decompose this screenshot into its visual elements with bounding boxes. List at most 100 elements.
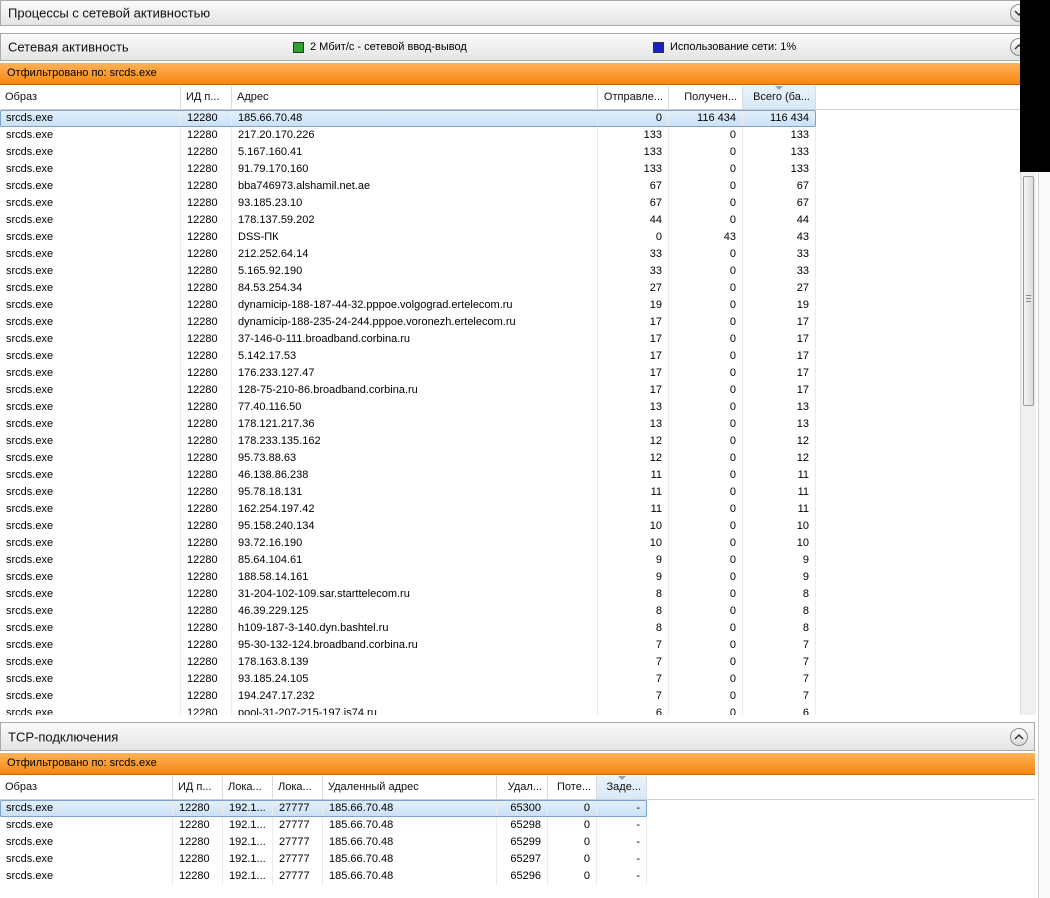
network-table-cell: 67 <box>598 195 669 212</box>
network-table-column-header[interactable]: Адрес <box>232 86 598 109</box>
collapse-tcp-button[interactable] <box>1010 727 1028 746</box>
network-table-row[interactable]: srcds.exe 12280 DSS-ПК 0 43 43 <box>0 229 816 246</box>
network-section-header[interactable]: Сетевая активность 2 Мбит/с - сетевой вв… <box>0 33 1035 61</box>
network-table-cell: 11 <box>598 467 669 484</box>
network-table-row[interactable]: srcds.exe 12280 95-30-132-124.broadband.co… <box>0 637 816 654</box>
outer-scrollbar[interactable] <box>1038 172 1050 898</box>
tcp-table-cell: 0 <box>548 817 597 834</box>
tcp-table-column-header[interactable]: Удаленный адрес <box>323 776 497 799</box>
network-table-cell: 0 <box>669 671 743 688</box>
network-table-row[interactable]: srcds.exe 12280 85.64.104.61 9 0 9 <box>0 552 816 569</box>
tcp-table-cell: - <box>597 868 647 885</box>
tcp-table-column-header[interactable]: Удал... <box>497 776 548 799</box>
network-table-row[interactable]: srcds.exe 12280 185.66.70.48 0 116 434 116 43… <box>0 110 816 127</box>
network-table: Образ ИД п... Адрес Отправле... Получен... Вс… <box>0 86 1020 715</box>
network-table-row[interactable]: srcds.exe 12280 46.39.229.125 8 0 8 <box>0 603 816 620</box>
tcp-table-cell: 27777 <box>273 800 323 817</box>
network-table-row[interactable]: srcds.exe 12280 178.163.8.139 7 0 7 <box>0 654 816 671</box>
network-table-row[interactable]: srcds.exe 12280 bba746973.alshamil.net.ae 6… <box>0 178 816 195</box>
tcp-table-column-header[interactable]: ИД п... <box>173 776 223 799</box>
network-table-row[interactable]: srcds.exe 12280 31-204-102-109.sar.startte… <box>0 586 816 603</box>
network-table-row[interactable]: srcds.exe 12280 84.53.254.34 27 0 27 <box>0 280 816 297</box>
tcp-table-row[interactable]: srcds.exe 12280 192.1... 27777 185.66.70.48 6… <box>0 817 647 834</box>
tcp-table-cell: - <box>597 851 647 868</box>
network-table-cell: 12280 <box>181 161 232 178</box>
network-table-row[interactable]: srcds.exe 12280 128-75-210-86.broadband.co… <box>0 382 816 399</box>
network-table-row[interactable]: srcds.exe 12280 91.79.170.160 133 0 133 <box>0 161 816 178</box>
tcp-table-row[interactable]: srcds.exe 12280 192.1... 27777 185.66.70.48 6… <box>0 834 647 851</box>
network-table-row[interactable]: srcds.exe 12280 95.78.18.131 11 0 11 <box>0 484 816 501</box>
network-scrollbar-thumb[interactable] <box>1023 176 1034 406</box>
network-table-cell: 17 <box>743 382 816 399</box>
network-table-cell: 19 <box>743 297 816 314</box>
network-table-row[interactable]: srcds.exe 12280 dynamicip-188-187-44-32.pp… <box>0 297 816 314</box>
network-table-row[interactable]: srcds.exe 12280 162.254.197.42 11 0 11 <box>0 501 816 518</box>
network-table-row[interactable]: srcds.exe 12280 dynamicip-188-235-24-244.p… <box>0 314 816 331</box>
network-table-cell: 12280 <box>181 569 232 586</box>
network-section-title: Сетевая активность <box>8 39 129 55</box>
network-table-cell: 217.20.170.226 <box>232 127 598 144</box>
network-table-row[interactable]: srcds.exe 12280 176.233.127.47 17 0 17 <box>0 365 816 382</box>
network-table-cell: 162.254.197.42 <box>232 501 598 518</box>
network-table-row[interactable]: srcds.exe 12280 46.138.86.238 11 0 11 <box>0 467 816 484</box>
network-table-row[interactable]: srcds.exe 12280 5.167.160.41 133 0 133 <box>0 144 816 161</box>
network-table-cell: 0 <box>669 688 743 705</box>
network-table-cell: 7 <box>743 671 816 688</box>
network-table-row[interactable]: srcds.exe 12280 178.233.135.162 12 0 12 <box>0 433 816 450</box>
network-table-column-header[interactable]: Всего (ба... <box>743 86 816 109</box>
overlay-black-region <box>1020 0 1050 172</box>
tcp-section-header[interactable]: TCP-подключения <box>0 722 1035 751</box>
network-table-row[interactable]: srcds.exe 12280 95.73.88.63 12 0 12 <box>0 450 816 467</box>
network-table-cell: 17 <box>598 331 669 348</box>
network-table-row[interactable]: srcds.exe 12280 178.137.59.202 44 0 44 <box>0 212 816 229</box>
tcp-table-cell: 27777 <box>273 834 323 851</box>
network-table-row[interactable]: srcds.exe 12280 5.165.92.190 33 0 33 <box>0 263 816 280</box>
tcp-table-column-header[interactable]: Лока... <box>223 776 273 799</box>
tcp-table-column-header[interactable]: Поте... <box>548 776 597 799</box>
tcp-table-row[interactable]: srcds.exe 12280 192.1... 27777 185.66.70.48 6… <box>0 868 647 885</box>
network-table-column-header[interactable]: ИД п... <box>181 86 232 109</box>
network-table-cell: 0 <box>669 416 743 433</box>
tcp-table-column-header[interactable]: Лока... <box>273 776 323 799</box>
network-table-cell: srcds.exe <box>0 620 181 637</box>
network-table-cell: srcds.exe <box>0 144 181 161</box>
network-table-row[interactable]: srcds.exe 12280 93.185.23.10 67 0 67 <box>0 195 816 212</box>
network-table-cell: srcds.exe <box>0 518 181 535</box>
network-table-cell: 0 <box>669 195 743 212</box>
tcp-table-cell: 185.66.70.48 <box>323 851 497 868</box>
tcp-table-row[interactable]: srcds.exe 12280 192.1... 27777 185.66.70.48 6… <box>0 800 647 817</box>
network-table-cell: 27 <box>598 280 669 297</box>
network-table-row[interactable]: srcds.exe 12280 h109-187-3-140.dyn.bashtel… <box>0 620 816 637</box>
network-table-cell: 6 <box>598 705 669 715</box>
network-table-row[interactable]: srcds.exe 12280 194.247.17.232 7 0 7 <box>0 688 816 705</box>
tcp-table-cell: srcds.exe <box>0 868 173 885</box>
network-table-row[interactable]: srcds.exe 12280 93.185.24.105 7 0 7 <box>0 671 816 688</box>
network-table-column-header[interactable]: Получен... <box>669 86 743 109</box>
network-table-row[interactable]: srcds.exe 12280 93.72.16.190 10 0 10 <box>0 535 816 552</box>
network-table-column-header[interactable]: Образ <box>0 86 181 109</box>
network-table-row[interactable]: srcds.exe 12280 217.20.170.226 133 0 133 <box>0 127 816 144</box>
tcp-table-cell: 65297 <box>497 851 548 868</box>
network-table-scrollbar[interactable] <box>1020 86 1036 715</box>
network-table-cell: 0 <box>669 535 743 552</box>
tcp-table-column-header[interactable]: Заде... <box>597 776 647 799</box>
network-table-row[interactable]: srcds.exe 12280 77.40.116.50 13 0 13 <box>0 399 816 416</box>
network-table-row[interactable]: srcds.exe 12280 212.252.64.14 33 0 33 <box>0 246 816 263</box>
tcp-table-cell: 27777 <box>273 868 323 885</box>
network-table-cell: 31-204-102-109.sar.starttelecom.ru <box>232 586 598 603</box>
tcp-table-cell: 12280 <box>173 800 223 817</box>
network-table-row[interactable]: srcds.exe 12280 37-146-0-111.broadband.cor… <box>0 331 816 348</box>
tcp-table-row[interactable]: srcds.exe 12280 192.1... 27777 185.66.70.48 6… <box>0 851 647 868</box>
network-table-row[interactable]: srcds.exe 12280 95.158.240.134 10 0 10 <box>0 518 816 535</box>
network-table-row[interactable]: srcds.exe 12280 178.121.217.36 13 0 13 <box>0 416 816 433</box>
network-table-row[interactable]: srcds.exe 12280 pool-31-207-215-197.is74.r… <box>0 705 816 715</box>
network-table-cell: 12280 <box>181 552 232 569</box>
network-table-row[interactable]: srcds.exe 12280 5.142.17.53 17 0 17 <box>0 348 816 365</box>
tcp-table-cell: 65296 <box>497 868 548 885</box>
tcp-table-column-header[interactable]: Образ <box>0 776 173 799</box>
network-table-row[interactable]: srcds.exe 12280 188.58.14.161 9 0 9 <box>0 569 816 586</box>
processes-section-header[interactable]: Процессы с сетевой активностью <box>0 0 1035 26</box>
network-table-cell: 95-30-132-124.broadband.corbina.ru <box>232 637 598 654</box>
network-table-column-header[interactable]: Отправле... <box>598 86 669 109</box>
network-table-cell: 13 <box>598 416 669 433</box>
